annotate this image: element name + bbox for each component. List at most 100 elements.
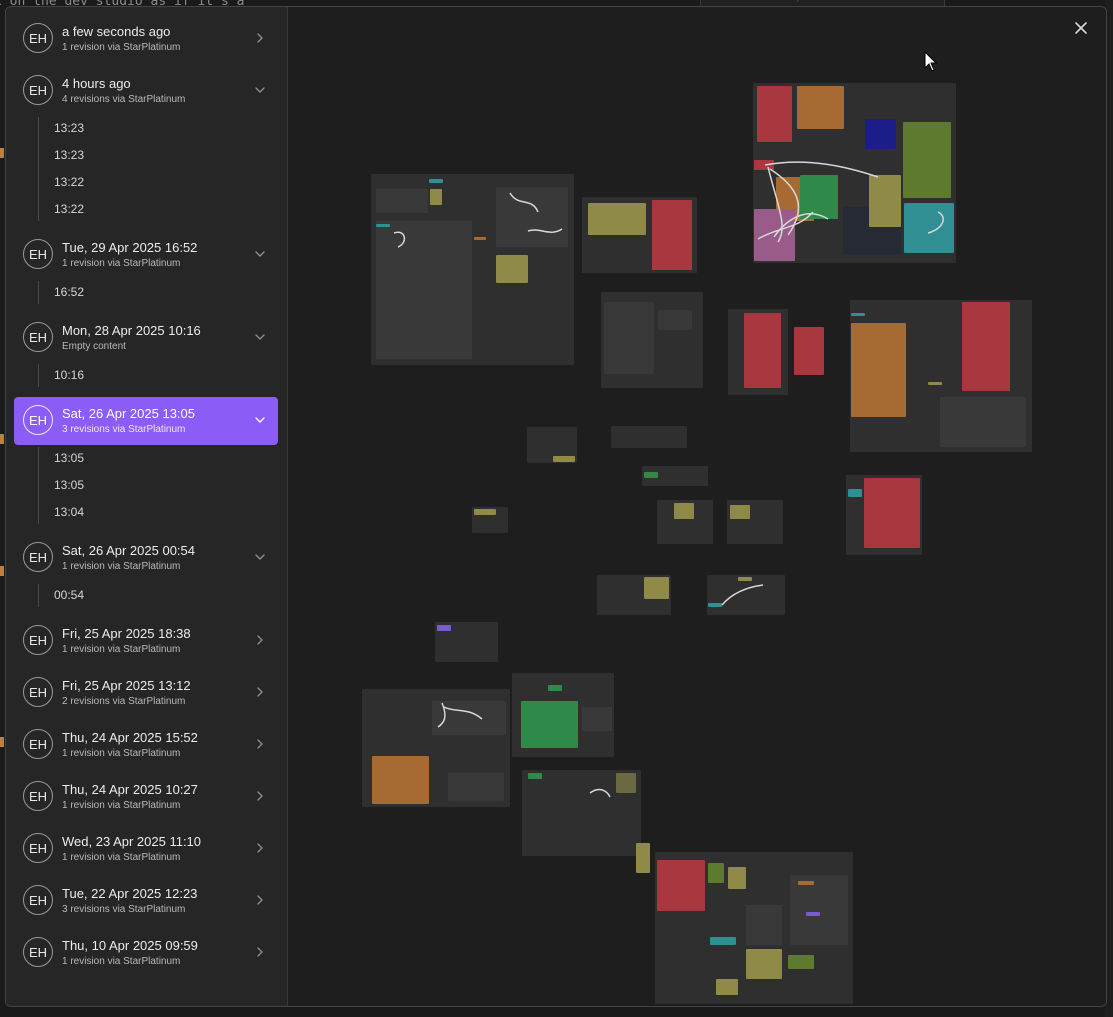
- revision-title: 4 hours ago: [62, 76, 131, 91]
- revision-title: Sat, 26 Apr 2025 13:05: [62, 406, 195, 421]
- revision-subtitle: 3 revisions via StarPlatinum: [62, 424, 186, 435]
- background-gutter-mark: [0, 566, 4, 576]
- avatar: EH: [23, 75, 53, 105]
- background-gutter-mark: [0, 737, 4, 747]
- revision-tree-line: [38, 364, 39, 387]
- revision-title: Mon, 28 Apr 2025 10:16: [62, 323, 201, 338]
- expand-toggle[interactable]: [250, 630, 270, 650]
- revision-subtitle: 4 revisions via StarPlatinum: [62, 94, 186, 105]
- revision-time-item[interactable]: 00:54: [54, 587, 84, 603]
- revision-title: Tue, 22 Apr 2025 12:23: [62, 886, 198, 901]
- revision-time-item[interactable]: 13:05: [54, 450, 84, 466]
- expand-toggle[interactable]: [250, 547, 270, 567]
- revision-group-item[interactable]: EH Wed, 23 Apr 2025 11:10 1 revision via S…: [14, 825, 278, 873]
- revision-title: Thu, 24 Apr 2025 10:27: [62, 782, 198, 797]
- chevron-right-icon: [257, 947, 263, 957]
- revision-sidebar[interactable]: EH a few seconds ago 1 revision via StarPl…: [6, 7, 288, 1006]
- background-gutter-mark: [0, 434, 4, 444]
- expand-toggle[interactable]: [250, 80, 270, 100]
- revision-time-item[interactable]: 10:16: [54, 367, 84, 383]
- expand-toggle[interactable]: [250, 682, 270, 702]
- revision-subtitle: 1 revision via StarPlatinum: [62, 644, 181, 655]
- avatar: EH: [23, 937, 53, 967]
- revision-title: Thu, 24 Apr 2025 15:52: [62, 730, 198, 745]
- revision-group-item[interactable]: EH Fri, 25 Apr 2025 18:38 1 revision via S…: [14, 617, 278, 665]
- revision-group-item[interactable]: EH Thu, 24 Apr 2025 10:27 1 revision via S…: [14, 773, 278, 821]
- expand-toggle[interactable]: [250, 942, 270, 962]
- revision-group-item[interactable]: EH Tue, 29 Apr 2025 16:52 1 revision via S…: [14, 231, 278, 279]
- chevron-right-icon: [257, 635, 263, 645]
- revision-group-item[interactable]: EH 4 hours ago 4 revisions via StarPlatinu…: [14, 67, 278, 115]
- expand-toggle[interactable]: [250, 327, 270, 347]
- revision-tree-line: [38, 117, 39, 221]
- chevron-down-icon: [255, 87, 265, 93]
- chevron-right-icon: [257, 739, 263, 749]
- revision-group-item[interactable]: EH Thu, 24 Apr 2025 15:52 1 revision via S…: [14, 721, 278, 769]
- chevron-right-icon: [257, 895, 263, 905]
- chevron-down-icon: [255, 251, 265, 257]
- revision-title: Fri, 25 Apr 2025 18:38: [62, 626, 191, 641]
- revision-subtitle: Empty content: [62, 341, 126, 352]
- expand-toggle[interactable]: [250, 244, 270, 264]
- avatar: EH: [23, 625, 53, 655]
- avatar: EH: [23, 23, 53, 53]
- avatar: EH: [23, 729, 53, 759]
- revision-subtitle: 1 revision via StarPlatinum: [62, 852, 181, 863]
- avatar: EH: [23, 322, 53, 352]
- expand-toggle[interactable]: [250, 28, 270, 48]
- revision-subtitle: 3 revisions via StarPlatinum: [62, 904, 186, 915]
- revision-title: Sat, 26 Apr 2025 00:54: [62, 543, 195, 558]
- revision-tree-line: [38, 281, 39, 304]
- revision-subtitle: 1 revision via StarPlatinum: [62, 561, 181, 572]
- revision-group-item[interactable]: EH Tue, 22 Apr 2025 12:23 3 revisions via …: [14, 877, 278, 925]
- chevron-right-icon: [257, 33, 263, 43]
- background-topbar-label: thebenny: [771, 0, 800, 2]
- revision-time-item[interactable]: 13:22: [54, 201, 84, 217]
- mouse-cursor: [924, 51, 938, 72]
- chevron-right-icon: [257, 791, 263, 801]
- revision-history-modal: EH a few seconds ago 1 revision via StarPl…: [5, 6, 1107, 1007]
- revision-subtitle: 1 revision via StarPlatinum: [62, 748, 181, 759]
- chevron-down-icon: [255, 554, 265, 560]
- avatar: EH: [23, 405, 53, 435]
- avatar: EH: [23, 677, 53, 707]
- expand-toggle[interactable]: [250, 410, 270, 430]
- revision-subtitle: 1 revision via StarPlatinum: [62, 258, 181, 269]
- revision-tree-line: [38, 447, 39, 524]
- revision-time-item[interactable]: 13:23: [54, 120, 84, 136]
- revision-group-item[interactable]: EH Sat, 26 Apr 2025 00:54 1 revision via S…: [14, 534, 278, 582]
- revision-title: Thu, 10 Apr 2025 09:59: [62, 938, 198, 953]
- revision-group-item[interactable]: EH Sat, 26 Apr 2025 13:05 3 revisions via …: [14, 397, 278, 445]
- revision-title: Fri, 25 Apr 2025 13:12: [62, 678, 191, 693]
- expand-toggle[interactable]: [250, 734, 270, 754]
- avatar: EH: [23, 542, 53, 572]
- chevron-down-icon: [255, 417, 265, 423]
- node-connections: [393, 161, 944, 798]
- chevron-right-icon: [257, 687, 263, 697]
- revision-tree-line: [38, 584, 39, 607]
- revision-time-item[interactable]: 13:04: [54, 504, 84, 520]
- revision-group-item[interactable]: EH Mon, 28 Apr 2025 10:16 Empty content: [14, 314, 278, 362]
- revision-title: Tue, 29 Apr 2025 16:52: [62, 240, 198, 255]
- chevron-down-icon: [255, 334, 265, 340]
- revision-time-item[interactable]: 13:22: [54, 174, 84, 190]
- revision-subtitle: 1 revision via StarPlatinum: [62, 42, 181, 53]
- avatar: EH: [23, 833, 53, 863]
- revision-group-item[interactable]: EH Thu, 10 Apr 2025 09:59 1 revision via S…: [14, 929, 278, 977]
- workflow-preview-canvas[interactable]: [288, 7, 1106, 1006]
- avatar: EH: [23, 781, 53, 811]
- revision-time-item[interactable]: 16:52: [54, 284, 84, 300]
- background-gutter-mark: [0, 148, 4, 158]
- revision-time-item[interactable]: 13:23: [54, 147, 84, 163]
- revision-title: Wed, 23 Apr 2025 11:10: [62, 834, 202, 849]
- revision-group-item[interactable]: EH Fri, 25 Apr 2025 13:12 2 revisions via …: [14, 669, 278, 717]
- expand-toggle[interactable]: [250, 890, 270, 910]
- expand-toggle[interactable]: [250, 838, 270, 858]
- revision-subtitle: 1 revision via StarPlatinum: [62, 800, 181, 811]
- revision-subtitle: 1 revision via StarPlatinum: [62, 956, 181, 967]
- revision-group-item[interactable]: EH a few seconds ago 1 revision via StarPl…: [14, 15, 278, 63]
- revision-time-item[interactable]: 13:05: [54, 477, 84, 493]
- expand-toggle[interactable]: [250, 786, 270, 806]
- revision-subtitle: 2 revisions via StarPlatinum: [62, 696, 186, 707]
- avatar: EH: [23, 885, 53, 915]
